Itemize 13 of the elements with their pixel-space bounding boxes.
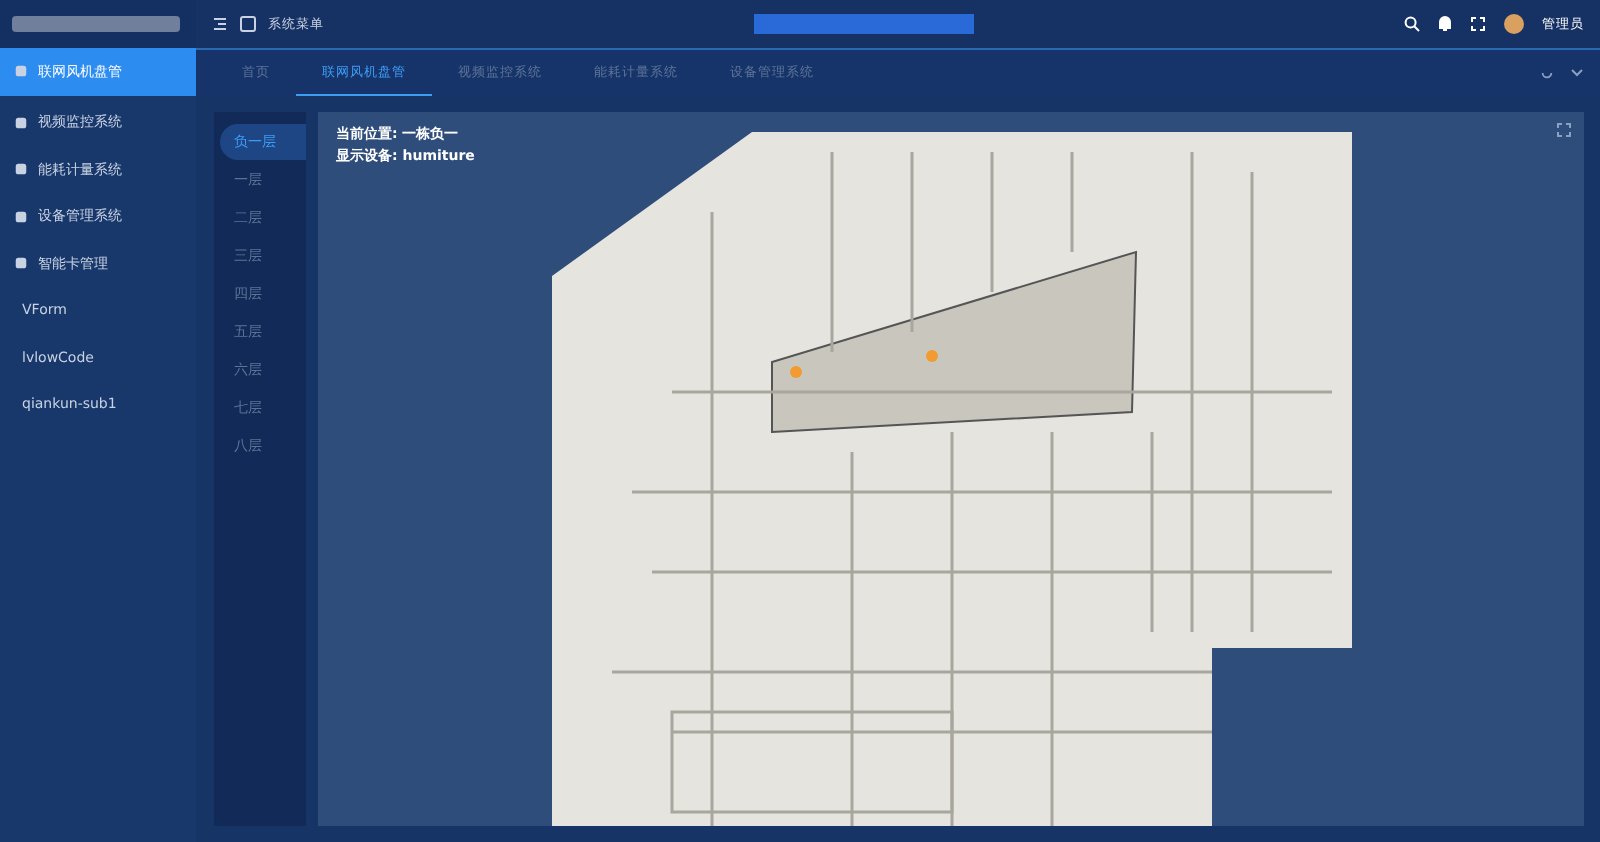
chevron-down-icon[interactable] xyxy=(1570,68,1584,78)
search-icon[interactable] xyxy=(1404,16,1420,32)
menu-item-icon xyxy=(14,162,28,177)
menu-item-icon xyxy=(14,256,28,271)
fullscreen-icon[interactable] xyxy=(1470,16,1486,32)
window-icon xyxy=(240,16,256,32)
menu-item-icon xyxy=(14,64,28,79)
avatar[interactable] xyxy=(1504,14,1524,34)
bell-icon[interactable] xyxy=(1438,16,1452,32)
expand-icon[interactable] xyxy=(1556,122,1572,138)
menu-item-icon xyxy=(14,209,28,224)
menu-icon[interactable] xyxy=(212,16,228,32)
menu-item-icon xyxy=(14,115,28,130)
